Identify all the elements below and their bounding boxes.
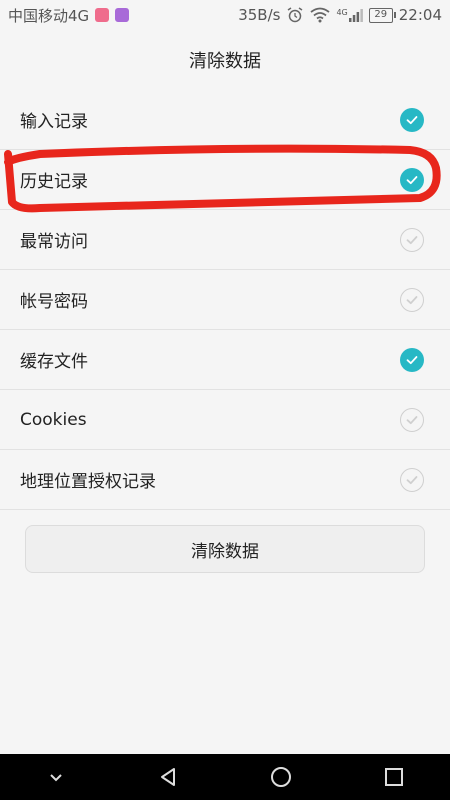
option-label: 地理位置授权记录	[20, 472, 156, 492]
navigation-bar	[0, 754, 450, 800]
option-location-permissions[interactable]: 地理位置授权记录	[0, 450, 450, 510]
option-cache-files[interactable]: 缓存文件	[0, 330, 450, 390]
home-icon[interactable]	[261, 757, 301, 797]
app-notification-icon	[115, 8, 130, 22]
option-label: Cookies	[20, 409, 87, 430]
option-label: 最常访问	[20, 232, 88, 252]
check-icon[interactable]	[400, 347, 424, 372]
option-label: 输入记录	[20, 112, 88, 132]
option-most-visited[interactable]: 最常访问	[0, 210, 450, 270]
option-label: 缓存文件	[20, 352, 88, 372]
back-icon[interactable]	[149, 757, 189, 797]
clear-data-button-label: 清除数据	[191, 541, 259, 562]
recents-icon[interactable]	[374, 757, 414, 797]
clock: 22:04	[398, 6, 442, 24]
page-title: 清除数据	[189, 51, 261, 72]
option-input-history[interactable]: 输入记录	[0, 90, 450, 150]
network-type: 4G	[336, 8, 348, 17]
option-label: 历史记录	[20, 172, 88, 192]
check-icon[interactable]	[400, 407, 424, 432]
status-bar: 中国移动4G 35B/s 4G 29 22:04	[0, 0, 450, 30]
battery-level: 29	[374, 9, 388, 20]
check-icon[interactable]	[400, 167, 424, 192]
clear-data-button[interactable]: 清除数据	[25, 525, 425, 573]
wifi-icon	[310, 7, 331, 23]
check-icon[interactable]	[400, 227, 424, 252]
option-account-passwords[interactable]: 帐号密码	[0, 270, 450, 330]
option-label: 帐号密码	[20, 292, 88, 312]
check-icon[interactable]	[400, 467, 424, 492]
option-cookies[interactable]: Cookies	[0, 390, 450, 450]
check-icon[interactable]	[400, 107, 424, 132]
signal-icon: 4G	[336, 8, 363, 22]
check-icon[interactable]	[400, 287, 424, 312]
title-bar: 清除数据	[0, 30, 450, 91]
carrier-label: 中国移动4G	[8, 6, 90, 25]
alarm-icon	[288, 7, 303, 23]
clear-options-list: 输入记录 历史记录 最常访问 帐号密码 缓存文件 Cookies 地理位置授权记…	[0, 90, 450, 510]
app-notification-icon	[95, 8, 110, 22]
option-browsing-history[interactable]: 历史记录	[0, 150, 450, 210]
net-speed: 35B/s	[238, 6, 281, 24]
collapse-icon[interactable]	[36, 757, 76, 797]
battery-icon: 29	[368, 7, 396, 23]
